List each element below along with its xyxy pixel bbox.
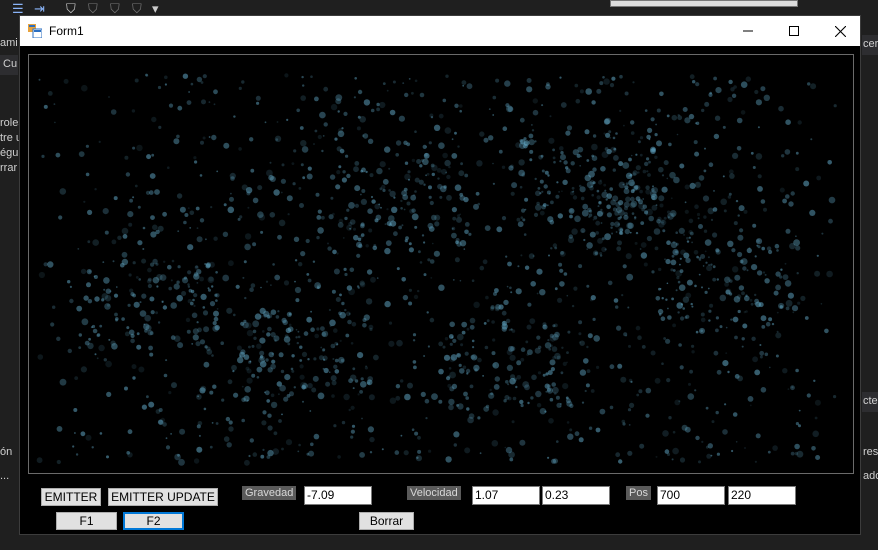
emitter-button[interactable]: EMITTER bbox=[41, 488, 101, 506]
f2-button[interactable]: F2 bbox=[123, 512, 184, 530]
ide-fragment: égu bbox=[0, 147, 19, 159]
velocidad-x-field[interactable]: 1.07 bbox=[472, 486, 540, 505]
maximize-button[interactable] bbox=[771, 16, 817, 46]
ide-search-box[interactable] bbox=[610, 0, 798, 7]
ide-fragment: ami bbox=[0, 37, 18, 49]
particle-canvas[interactable] bbox=[28, 54, 854, 474]
particle-field bbox=[36, 73, 837, 466]
ide-fragment: rrar bbox=[0, 162, 18, 174]
velocidad-y-field[interactable]: 0.23 bbox=[542, 486, 610, 505]
title-bar[interactable]: Form1 bbox=[20, 16, 860, 46]
ide-fragment: ado bbox=[863, 470, 878, 482]
emitter-update-button[interactable]: EMITTER UPDATE bbox=[108, 488, 218, 506]
ide-fragment: ... bbox=[0, 470, 10, 482]
ide-fragment: ón bbox=[0, 446, 13, 458]
gravedad-label: Gravedad bbox=[242, 486, 297, 500]
pos-label: Pos bbox=[626, 486, 651, 500]
minimize-button[interactable] bbox=[725, 16, 771, 46]
form-window: Form1 EMITTER EMITTER UPDATE F1 F2 Borra… bbox=[19, 15, 861, 535]
ide-fragment: res bbox=[863, 446, 878, 458]
window-title: Form1 bbox=[49, 24, 84, 38]
minimize-icon bbox=[743, 30, 753, 32]
ide-fragment: cera bbox=[863, 38, 878, 50]
f1-button[interactable]: F1 bbox=[56, 512, 117, 530]
ide-fragment: Cu bbox=[3, 58, 18, 70]
pos-x-field[interactable]: 700 bbox=[657, 486, 725, 505]
close-icon bbox=[834, 25, 846, 37]
maximize-icon bbox=[789, 26, 799, 36]
velocidad-label: Velocidad bbox=[407, 486, 461, 500]
pos-y-field[interactable]: 220 bbox=[728, 486, 796, 505]
close-button[interactable] bbox=[817, 16, 863, 46]
borrar-button[interactable]: Borrar bbox=[359, 512, 414, 530]
gravedad-field[interactable]: -7.09 bbox=[304, 486, 372, 505]
form-app-icon bbox=[28, 24, 42, 38]
ide-fragment: cte bbox=[863, 395, 878, 407]
